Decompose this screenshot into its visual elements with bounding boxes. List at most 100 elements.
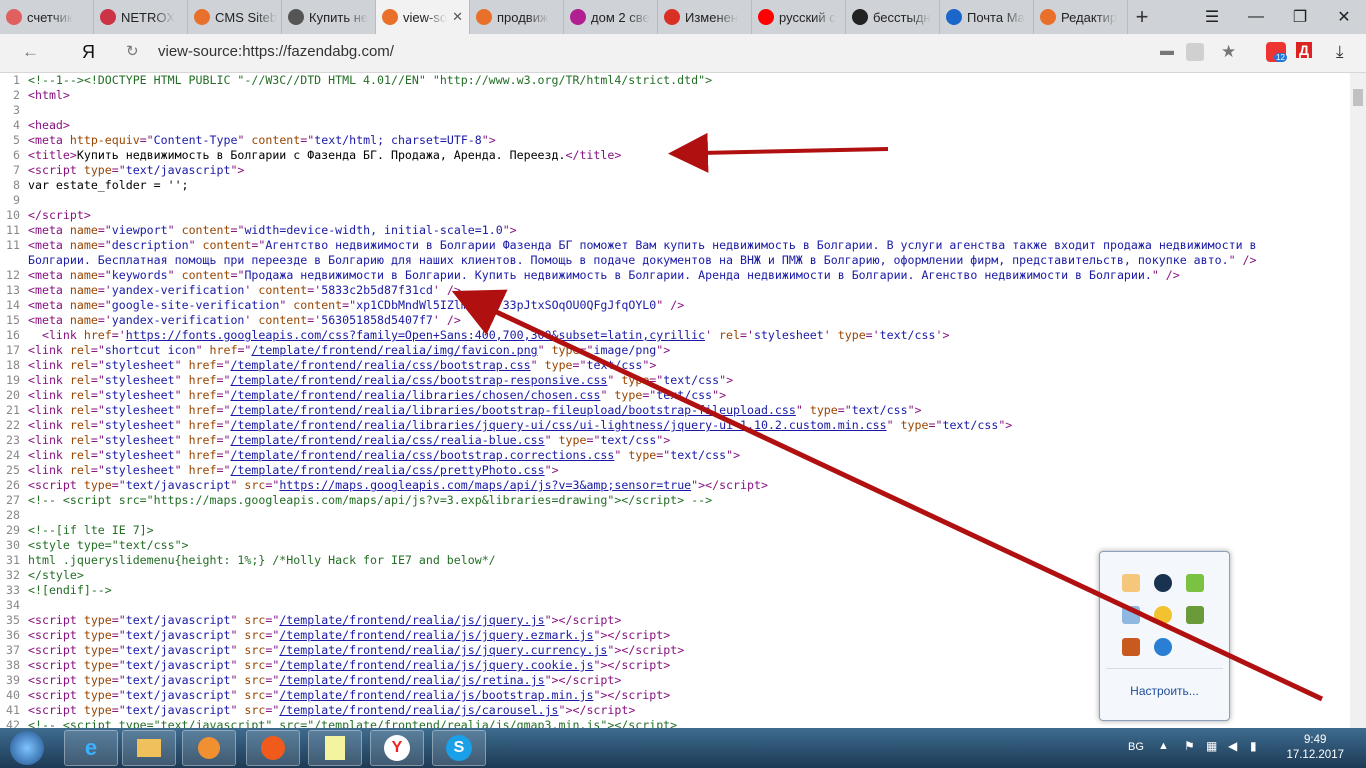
tab-7[interactable]: Изменен (658, 0, 752, 34)
signal-icon[interactable]: ▮ (1250, 739, 1257, 753)
ie-icon[interactable]: e (64, 730, 118, 766)
back-icon[interactable]: ← (22, 42, 39, 62)
chat-icon[interactable]: ▬ (1160, 42, 1174, 58)
tab-label: дом 2 све (591, 9, 650, 25)
line-number: 34 (6, 598, 20, 612)
line-code: <!-- <script type="text/javascript" src=… (28, 718, 678, 728)
source-line: 4 <head> (0, 118, 1350, 133)
line-number: 11 (6, 223, 20, 237)
vertical-scrollbar[interactable] (1350, 73, 1366, 728)
notepad-icon[interactable] (308, 730, 362, 766)
line-number: 41 (6, 703, 20, 717)
source-line: 27 <!-- <script src="https://maps.googlea… (0, 493, 1350, 508)
tab-label: Почта Ma (967, 9, 1025, 25)
tab-4[interactable]: view-so ✕ (376, 0, 470, 34)
tab-0[interactable]: счетчик (0, 0, 94, 34)
line-code: <link rel="stylesheet" href="/template/f… (28, 448, 741, 462)
line-number: 3 (13, 103, 20, 117)
tab-6[interactable]: дом 2 све (564, 0, 658, 34)
tab-9[interactable]: бесстыдн (846, 0, 940, 34)
network-icon[interactable]: ▦ (1206, 739, 1217, 753)
tab-5[interactable]: продвиж (470, 0, 564, 34)
mail-count-badge: 12 (1274, 53, 1287, 62)
tray-green-icon[interactable] (1186, 574, 1204, 592)
line-number: 24 (6, 448, 20, 462)
clock[interactable]: 9:49 17.12.2017 (1286, 733, 1344, 763)
volume-icon[interactable]: ◀ (1228, 739, 1237, 753)
tray-note-icon[interactable] (1122, 606, 1140, 624)
tab-label: NETROX (121, 9, 176, 25)
tab-label: CMS Siteb (215, 9, 278, 25)
menu-icon[interactable]: ☰ (1190, 0, 1234, 34)
line-code: <meta name="google-site-verification" co… (28, 298, 685, 312)
tray-bird-icon[interactable] (1186, 606, 1204, 624)
tab-3[interactable]: Купить не (282, 0, 376, 34)
tray-flower-icon[interactable] (1154, 606, 1172, 624)
d-extension-icon[interactable]: Д (1296, 42, 1312, 58)
bookmark-star-icon[interactable]: ★ (1221, 42, 1236, 62)
two-icon (570, 9, 586, 25)
media-player-icon[interactable] (182, 730, 236, 766)
tab-11[interactable]: Редактир (1034, 0, 1128, 34)
line-code: <head> (28, 118, 70, 132)
show-hidden-icons[interactable]: ▲ (1158, 740, 1169, 752)
source-line: 11 <meta name="description" content="Аген… (0, 238, 1350, 253)
line-code: <script type="text/javascript" src="/tem… (28, 643, 685, 657)
tray-blocks-icon[interactable] (1122, 638, 1140, 656)
tab-2[interactable]: CMS Siteb (188, 0, 282, 34)
line-number: 14 (6, 298, 20, 312)
line-number: 6 (13, 148, 20, 162)
app-orange-icon[interactable] (246, 730, 300, 766)
tab-10[interactable]: Почта Ma (940, 0, 1034, 34)
line-number: 10 (6, 208, 20, 222)
line-number: 26 (6, 478, 20, 492)
tab-label: бесстыдн (873, 9, 931, 25)
line-code: <script type="text/javascript" src="http… (28, 478, 768, 492)
yandex-browser-icon[interactable]: Y (370, 730, 424, 766)
tab-1[interactable]: NETROX (94, 0, 188, 34)
customize-link[interactable]: Настроить... (1100, 684, 1229, 698)
minimize-icon[interactable]: — (1234, 0, 1278, 34)
language-indicator[interactable]: BG (1128, 741, 1144, 753)
tab-8[interactable]: русский с (752, 0, 846, 34)
line-number: 2 (13, 88, 20, 102)
reload-icon[interactable]: ↻ (126, 42, 139, 60)
lock-icon[interactable] (1186, 43, 1204, 61)
line-number: 8 (13, 178, 20, 192)
line-code: <link rel="stylesheet" href="/template/f… (28, 433, 671, 447)
restore-icon[interactable]: ❐ (1278, 0, 1322, 34)
line-code: <meta name="viewport" content="width=dev… (28, 223, 517, 237)
yandex-logo-icon[interactable]: Я (82, 42, 95, 63)
download-icon[interactable]: ⤓ (1336, 42, 1344, 62)
line-code: <link rel="stylesheet" href="/template/f… (28, 373, 734, 387)
line-code: <meta name="keywords" content="Продажа н… (28, 268, 1180, 282)
flag-icon[interactable]: ⚑ (1184, 739, 1195, 753)
tray-app-icon[interactable] (1122, 574, 1140, 592)
close-window-icon[interactable]: ✕ (1322, 0, 1366, 34)
line-number: 19 (6, 373, 20, 387)
line-number: 5 (13, 133, 20, 147)
home-icon (288, 9, 304, 25)
tab-strip: счетчик NETROX CMS Siteb Купить не view-so ✕ п… (0, 0, 1366, 34)
line-code: <!--1--><!DOCTYPE HTML PUBLIC "-//W3C//D… (28, 73, 713, 87)
source-line: 23 <link rel="stylesheet" href="/template… (0, 433, 1350, 448)
line-code: <!--[if lte IE 7]> (28, 523, 154, 537)
scroll-thumb[interactable] (1353, 89, 1363, 106)
line-number: 12 (6, 268, 20, 282)
source-line: 24 <link rel="stylesheet" href="/template… (0, 448, 1350, 463)
start-button[interactable] (10, 731, 44, 765)
close-tab-icon[interactable]: ✕ (452, 9, 463, 25)
line-code: var estate_folder = ''; (28, 178, 189, 192)
line-number: 40 (6, 688, 20, 702)
explorer-icon[interactable] (122, 730, 176, 766)
tray-at-icon[interactable] (1154, 638, 1172, 656)
source-line: 26 <script type="text/javascript" src="ht… (0, 478, 1350, 493)
line-number: 22 (6, 418, 20, 432)
line-number: 11 (6, 238, 20, 252)
source-line: 18 <link rel="stylesheet" href="/template… (0, 358, 1350, 373)
bluetooth-icon[interactable] (1154, 574, 1172, 592)
address-input[interactable]: view-source:https://fazendabg.com/ (158, 43, 394, 60)
new-tab-icon[interactable]: + (1128, 0, 1156, 34)
line-code: <link rel="stylesheet" href="/template/f… (28, 388, 727, 402)
skype-icon[interactable]: S (432, 730, 486, 766)
